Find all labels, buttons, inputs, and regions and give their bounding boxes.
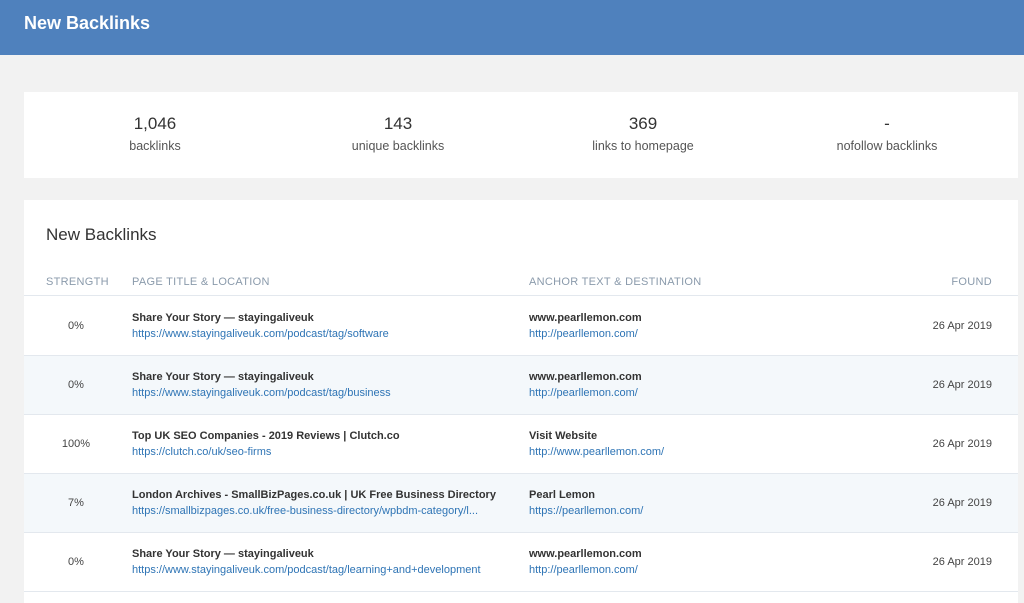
table-row: 0% Share Your Story — stayingaliveuk htt…	[24, 533, 1018, 592]
table-row: 0% Share Your Story — stayingaliveuk htt…	[24, 297, 1018, 356]
strength-value: 100%	[61, 438, 91, 450]
strength-value: 0%	[68, 379, 84, 391]
stat-label: links to homepage	[592, 139, 694, 153]
stat-unique-backlinks: 143 unique backlinks	[274, 92, 522, 178]
strength-value: 7%	[68, 497, 84, 509]
stat-nofollow-backlinks: - nofollow backlinks	[763, 92, 1011, 178]
table-row: 0% Share Your Story — stayingaliveuk htt…	[24, 356, 1018, 415]
anchor-text: www.pearllemon.com	[529, 548, 642, 560]
stat-backlinks: 1,046 backlinks	[31, 92, 279, 178]
page-url-link[interactable]: https://www.stayingaliveuk.com/podcast/t…	[132, 328, 504, 340]
destination-link[interactable]: http://pearllemon.com/	[529, 328, 638, 340]
destination-link[interactable]: http://www.pearllemon.com/	[529, 446, 664, 458]
stat-links-to-homepage: 369 links to homepage	[519, 92, 767, 178]
stat-value: 143	[383, 114, 413, 133]
anchor-text: www.pearllemon.com	[529, 371, 642, 383]
found-date: 26 Apr 2019	[932, 438, 992, 450]
anchor-text: Visit Website	[529, 430, 598, 442]
stat-value: 369	[628, 114, 658, 133]
table-header: STRENGTH PAGE TITLE & LOCATION ANCHOR TE…	[24, 268, 1018, 296]
stat-value: -	[884, 114, 890, 133]
destination-link[interactable]: http://pearllemon.com/	[529, 564, 638, 576]
page-title-text: London Archives - SmallBizPages.co.uk | …	[132, 489, 496, 501]
found-date: 26 Apr 2019	[932, 556, 992, 568]
table-row: 7% London Archives - SmallBizPages.co.uk…	[24, 474, 1018, 533]
page-url-link[interactable]: https://www.stayingaliveuk.com/podcast/t…	[132, 564, 504, 576]
new-backlinks-panel: New Backlinks STRENGTH PAGE TITLE & LOCA…	[24, 200, 1018, 603]
column-header-found[interactable]: FOUND	[951, 276, 992, 288]
panel-title: New Backlinks	[46, 225, 157, 244]
page-title: New Backlinks	[24, 13, 151, 33]
page-title-text: Share Your Story — stayingaliveuk	[132, 548, 314, 560]
strength-value: 0%	[68, 320, 84, 332]
stat-value: 1,046	[133, 114, 177, 133]
stat-label: backlinks	[129, 139, 181, 153]
found-date: 26 Apr 2019	[932, 379, 992, 391]
strength-value: 0%	[68, 556, 84, 568]
stat-label: nofollow backlinks	[836, 139, 938, 153]
destination-link[interactable]: https://pearllemon.com/	[529, 505, 643, 517]
destination-link[interactable]: http://pearllemon.com/	[529, 387, 638, 399]
page-title-text: Share Your Story — stayingaliveuk	[132, 371, 314, 383]
page-url-link[interactable]: https://smallbizpages.co.uk/free-busines…	[132, 505, 504, 517]
stats-summary: 1,046 backlinks 143 unique backlinks 369…	[24, 92, 1018, 178]
page-url-link[interactable]: https://clutch.co/uk/seo-firms	[132, 446, 504, 458]
found-date: 26 Apr 2019	[932, 497, 992, 509]
top-bar: New Backlinks	[0, 0, 1024, 55]
column-header-page[interactable]: PAGE TITLE & LOCATION	[132, 276, 270, 288]
table-row: 100% Top UK SEO Companies - 2019 Reviews…	[24, 415, 1018, 474]
column-header-strength[interactable]: STRENGTH	[46, 276, 109, 288]
anchor-text: www.pearllemon.com	[529, 312, 642, 324]
page-title-text: Top UK SEO Companies - 2019 Reviews | Cl…	[132, 430, 400, 442]
page-title-text: Share Your Story — stayingaliveuk	[132, 312, 314, 324]
anchor-text: Pearl Lemon	[529, 489, 596, 501]
page-url-link[interactable]: https://www.stayingaliveuk.com/podcast/t…	[132, 387, 504, 399]
column-header-anchor[interactable]: ANCHOR TEXT & DESTINATION	[529, 276, 702, 288]
stat-label: unique backlinks	[351, 139, 445, 153]
found-date: 26 Apr 2019	[932, 320, 992, 332]
